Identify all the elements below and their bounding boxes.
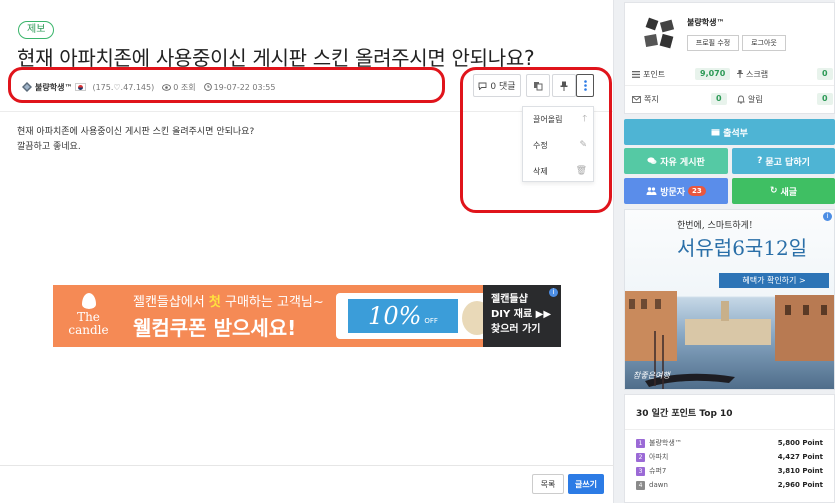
question-icon: ?	[757, 156, 763, 166]
rank-points: 2,960 Point	[777, 481, 823, 489]
annotation-circle-meta	[8, 67, 445, 103]
rank-points: 5,800 Point	[777, 439, 823, 447]
footer-divider	[0, 465, 614, 466]
rank-name: dawn	[649, 481, 668, 489]
bell-icon	[737, 95, 745, 104]
stat-notes[interactable]: 쪽지	[632, 92, 659, 106]
top-points-title: 30 일간 포인트 Top 10	[636, 409, 733, 419]
post-body-line: 깔끔하고 좋네요.	[17, 142, 81, 152]
category-badge[interactable]: 제보	[18, 21, 55, 39]
list-item[interactable]: 3 슈퍼7 3,810 Point	[636, 465, 823, 477]
points-label: 포인트	[643, 69, 666, 79]
notes-value: 0	[711, 93, 727, 105]
ad-coupon: 10% OFF	[336, 293, 498, 339]
coupon-off: OFF	[424, 317, 438, 325]
chat-icon	[647, 157, 657, 164]
ad-logo-text: The candle	[68, 310, 109, 337]
rank-name: 불량학생™	[649, 439, 682, 447]
calendar-icon	[711, 129, 720, 136]
points-value: 9,070	[695, 68, 731, 80]
rank-badge: 3	[636, 466, 645, 476]
attendance-label: 출석부	[723, 128, 748, 139]
travel-ad-title: 서유럽6국12일	[677, 236, 808, 260]
coupon-discount: 10% OFF	[348, 299, 458, 333]
annotation-circle-actions	[460, 67, 612, 213]
ad-info-icon[interactable]: i	[549, 288, 558, 297]
ad-logo: The candle	[61, 293, 116, 339]
mail-icon	[632, 95, 641, 103]
stat-alarm[interactable]: 알림	[737, 92, 763, 106]
coupon-percent: 10%	[368, 302, 422, 330]
visitors-button[interactable]: 방문자 23	[624, 178, 728, 204]
alarm-label: 알림	[748, 94, 763, 104]
ad-headline: 젤캔들샵에서 첫 구매하는 고객님~	[133, 295, 324, 310]
post-view: 제보 현재 아파치존에 사용중이신 게시판 스킨 올려주시면 안되나요? 불량학…	[0, 0, 614, 503]
candle-flame-icon	[81, 293, 96, 309]
ad-cta-line: 찾으러 가기	[491, 324, 541, 335]
avatar[interactable]	[641, 15, 679, 53]
refresh-icon: ↻	[769, 186, 778, 196]
list-item[interactable]: 2 아파치 4,427 Point	[636, 451, 823, 463]
new-posts-button[interactable]: ↻ 새글	[732, 178, 835, 204]
users-icon	[646, 187, 657, 195]
rank-badge: 2	[636, 452, 645, 462]
ad-subheadline: 웰컴쿠폰 받으세요!	[133, 316, 297, 340]
rank-name: 아파치	[649, 453, 669, 461]
free-board-button[interactable]: 자유 게시판	[624, 148, 728, 174]
rank-points: 3,810 Point	[777, 467, 823, 475]
qna-label: 묻고 답하기	[765, 157, 810, 168]
stat-points[interactable]: 포인트	[632, 67, 665, 81]
attendance-button[interactable]: 출석부	[624, 119, 835, 145]
travel-ad-info-icon[interactable]: i	[823, 212, 832, 221]
page: 제보 현재 아파치존에 사용중이신 게시판 스킨 올려주시면 안되나요? 불량학…	[0, 0, 835, 503]
rank-badge: 1	[636, 438, 645, 448]
list-item[interactable]: 4 dawn 2,960 Point	[636, 479, 823, 491]
list-item[interactable]: 1 불량학생™ 5,800 Point	[636, 437, 823, 449]
visitors-label: 방문자	[660, 187, 686, 198]
profile-card: 불량학생™ 프로필 수정 로그아웃 포인트 9,070 스크랩 0 쪽지 0 알…	[624, 2, 835, 114]
stat-scrap[interactable]: 스크랩	[737, 67, 768, 81]
pin-icon	[737, 70, 743, 78]
stat-divider	[625, 85, 834, 86]
ad-cta-line: DIY 재료 ▶▶	[491, 309, 552, 320]
travel-ad-cta[interactable]: 혜택가 확인하기 >	[719, 273, 829, 288]
sidebar: 불량학생™ 프로필 수정 로그아웃 포인트 9,070 스크랩 0 쪽지 0 알…	[624, 0, 835, 503]
list-button[interactable]: 목록	[532, 474, 564, 494]
notes-label: 쪽지	[644, 94, 659, 104]
alarm-value: 0	[817, 93, 833, 105]
logout-button[interactable]: 로그아웃	[742, 35, 786, 51]
rank-name: 슈퍼7	[649, 467, 667, 475]
rank-points: 4,427 Point	[777, 453, 823, 461]
free-board-label: 자유 게시판	[660, 157, 705, 168]
new-posts-label: 새글	[780, 187, 798, 198]
top-points-divider	[625, 429, 834, 430]
scrap-label: 스크랩	[746, 69, 769, 79]
top-points-widget: 30 일간 포인트 Top 10 1 불량학생™ 5,800 Point 2 아…	[624, 394, 835, 503]
post-body-line: 현재 아파치존에 사용중이신 게시판 스킨 올려주시면 안되나요?	[17, 127, 255, 137]
travel-ad[interactable]: 한번에, 스마트하게! 서유럽6국12일 혜택가 확인하기 > 참좋은여행 i	[624, 209, 835, 390]
visitor-count-badge: 23	[688, 186, 706, 196]
scrap-value: 0	[817, 68, 833, 80]
travel-ad-headline: 한번에, 스마트하게!	[677, 221, 753, 231]
profile-edit-button[interactable]: 프로필 수정	[687, 35, 739, 51]
list-icon	[632, 70, 640, 78]
rank-badge: 4	[636, 480, 645, 490]
post-body: 현재 아파치존에 사용중이신 게시판 스킨 올려주시면 안되나요? 깔끔하고 좋…	[17, 125, 254, 155]
ad-banner[interactable]: The candle 젤캔들샵에서 첫 구매하는 고객님~ 웰컴쿠폰 받으세요!…	[53, 285, 561, 347]
qna-button[interactable]: ? 묻고 답하기	[732, 148, 835, 174]
profile-name[interactable]: 불량학생™	[687, 17, 724, 28]
travel-ad-brand: 참좋은여행	[633, 371, 670, 380]
write-button[interactable]: 글쓰기	[568, 474, 604, 494]
